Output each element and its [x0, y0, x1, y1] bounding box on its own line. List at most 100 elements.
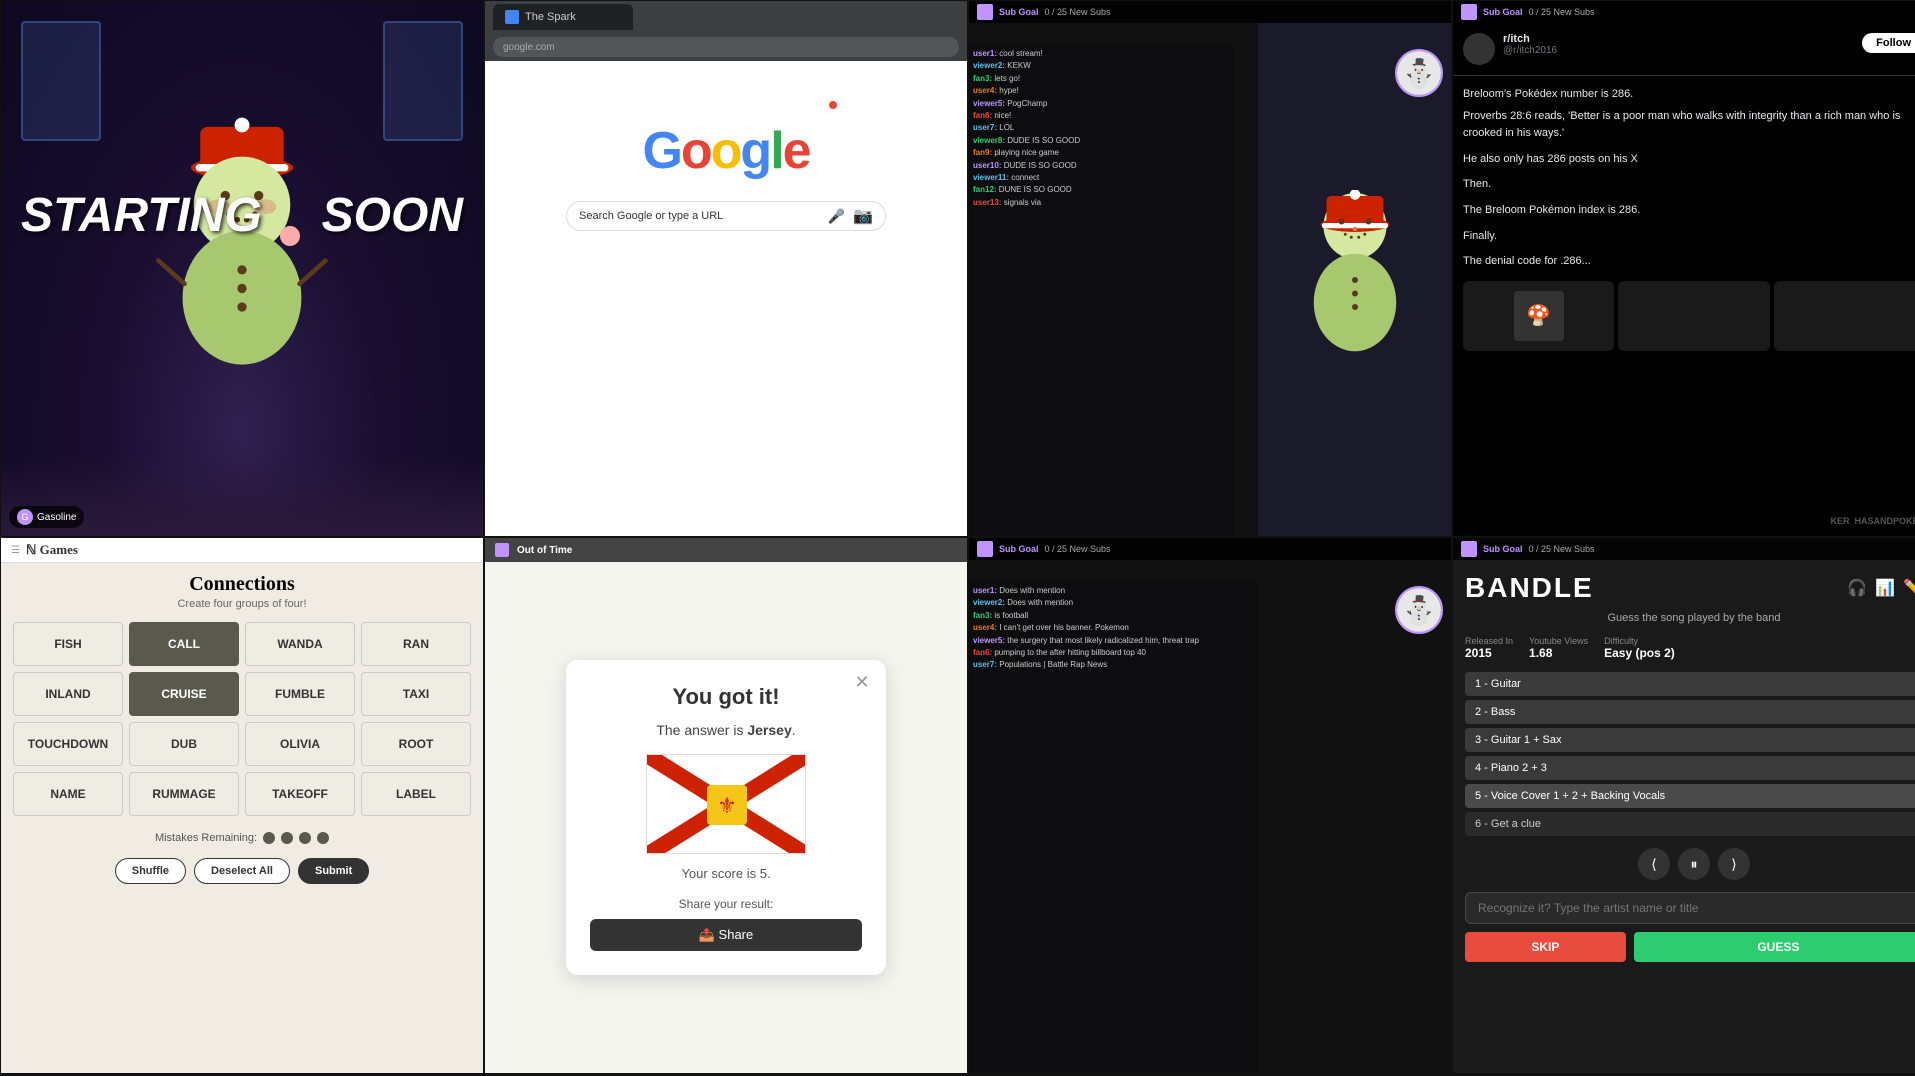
twitch-logo-icon-4: [1461, 4, 1477, 20]
chat-messages-3: user1: cool stream! viewer2: KEKW fan3: …: [969, 45, 1234, 212]
got-it-title: You got it!: [590, 684, 862, 710]
clue-3: 3 - Guitar 1 + Sax: [1465, 728, 1915, 752]
tweet-line-5: The Breloom Pokémon index is 286.: [1463, 202, 1915, 220]
sub-goal-bar-3: Sub Goal 0 / 25 New Subs: [969, 1, 1451, 23]
address-input[interactable]: google.com: [493, 37, 959, 57]
google-search-bar[interactable]: Search Google or type a URL 🎤 📷: [566, 201, 886, 231]
chrome-tab-spark[interactable]: The Spark: [493, 4, 633, 30]
tweet-images: 🍄: [1453, 281, 1915, 351]
search-text: Search Google or type a URL: [579, 210, 820, 222]
svg-text:⚜: ⚜: [717, 793, 737, 818]
word-takeoff[interactable]: TAKEOFF: [245, 772, 355, 816]
bandle-playback-controls: ⟨ ⏸ ⟩: [1465, 848, 1915, 880]
tweet-image-3: [1774, 281, 1915, 351]
bandle-icons: 🎧 📊 ✏️: [1847, 578, 1915, 598]
word-cruise[interactable]: CRUISE: [129, 672, 239, 716]
skip-button[interactable]: SKIP: [1465, 932, 1626, 962]
avatar-image: ⛄: [1397, 51, 1441, 95]
bandle-panel: Sub Goal 0 / 25 New Subs BANDLE 🎧 📊 ✏️ G…: [1452, 537, 1915, 1074]
mistake-dot-4: [317, 832, 329, 844]
mistake-dot-1: [263, 832, 275, 844]
soon-label: SOON: [322, 188, 463, 243]
word-inland[interactable]: INLAND: [13, 672, 123, 716]
games-action-buttons: Shuffle Deselect All Submit: [1, 852, 483, 890]
word-name[interactable]: NAME: [13, 772, 123, 816]
word-touchdown[interactable]: TOUCHDOWN: [13, 722, 123, 766]
tweet-handle: @r/itch2016: [1503, 45, 1557, 56]
mistake-dot-2: [281, 832, 293, 844]
mistake-dot-3: [299, 832, 311, 844]
word-rummage[interactable]: RUMMAGE: [129, 772, 239, 816]
username-watermark: KER HASANDPOKER: [1830, 516, 1915, 526]
chat-overlay-7: user1: Does with mention viewer2: Does w…: [969, 582, 1258, 1073]
word-label[interactable]: LABEL: [361, 772, 471, 816]
sub-goal-progress-8: 0 / 25 New Subs: [1529, 544, 1595, 554]
share-result-button[interactable]: 📤 Share: [590, 919, 862, 951]
chat-msg: user13: signals via: [973, 198, 1230, 208]
pokemon-image: 🍄: [1514, 291, 1564, 341]
tweet-line-1: Breloom's Pokédex number is 286.: [1463, 86, 1915, 104]
got-it-popup: ✕ You got it! The answer is Jersey. ⚜: [566, 660, 886, 975]
bandle-guess-input[interactable]: [1465, 892, 1915, 924]
rewind-button[interactable]: ⟨: [1638, 848, 1670, 880]
clue-2: 2 - Bass: [1465, 700, 1915, 724]
stream-content-7: user1: Does with mention viewer2: Does w…: [969, 560, 1451, 1073]
pause-button[interactable]: ⏸: [1678, 848, 1710, 880]
jersey-flag: ⚜: [646, 754, 806, 854]
word-fumble[interactable]: FUMBLE: [245, 672, 355, 716]
submit-button[interactable]: Submit: [298, 858, 369, 884]
word-ran[interactable]: RAN: [361, 622, 471, 666]
camera-icon[interactable]: 📷: [853, 206, 873, 226]
clue-1: 1 - Guitar: [1465, 672, 1915, 696]
stream-video: [1258, 23, 1451, 536]
chat-msg: viewer5: PogChamp: [973, 99, 1230, 109]
word-root[interactable]: ROOT: [361, 722, 471, 766]
sub-goal-progress-4: 0 / 25 New Subs: [1529, 7, 1595, 17]
connections-title: Connections: [1, 573, 483, 596]
meta-difficulty: Difficulty Easy (pos 2): [1604, 636, 1675, 660]
follow-button[interactable]: Follow: [1862, 33, 1915, 53]
twitter-panel: Sub Goal 0 / 25 New Subs r/itch @r/itch2…: [1452, 0, 1915, 537]
word-call[interactable]: CALL: [129, 622, 239, 666]
twitch-icon: [495, 543, 509, 557]
chat-msg: fan9: playing nice game: [973, 148, 1230, 158]
word-dub[interactable]: DUB: [129, 722, 239, 766]
mistakes-remaining: Mistakes Remaining:: [1, 824, 483, 852]
meta-released: Released In 2015: [1465, 636, 1513, 660]
out-of-time-panel: Out of Time ✕ You got it! The answer is …: [484, 537, 968, 1074]
twitch-logo-icon: [977, 4, 993, 20]
starting-label: STARTING: [21, 188, 262, 243]
sub-goal-bar-7: Sub Goal 0 / 25 New Subs: [969, 538, 1451, 560]
word-taxi[interactable]: TAXI: [361, 672, 471, 716]
chat-msg: user7: Populations | Battle Rap News: [973, 660, 1254, 670]
chat-msg: viewer8: DUDE IS SO GOOD: [973, 136, 1230, 146]
tweet-author-info: r/itch @r/itch2016: [1503, 33, 1557, 56]
address-text: google.com: [503, 42, 555, 53]
nyt-header: ☰ ℕ Games: [1, 538, 483, 563]
connections-subtitle: Create four groups of four!: [1, 598, 483, 610]
tweet-display-name: r/itch: [1503, 33, 1557, 45]
guess-button[interactable]: GUESS: [1634, 932, 1915, 962]
mic-icon[interactable]: 🎤: [828, 208, 845, 225]
bandle-header: BANDLE 🎧 📊 ✏️: [1465, 572, 1915, 604]
close-button[interactable]: ✕: [850, 670, 874, 694]
word-wanda[interactable]: WANDA: [245, 622, 355, 666]
chat-msg: user1: cool stream!: [973, 49, 1230, 59]
chat-msg: fan6: pumping to the after hitting billb…: [973, 648, 1254, 658]
word-fish[interactable]: FISH: [13, 622, 123, 666]
deselect-all-button[interactable]: Deselect All: [194, 858, 290, 884]
shuffle-button[interactable]: Shuffle: [115, 858, 186, 884]
word-olivia[interactable]: OLIVIA: [245, 722, 355, 766]
hamburger-icon[interactable]: ☰: [11, 545, 20, 556]
channel-name: Gasoline: [37, 512, 76, 523]
clue-4: 4 - Piano 2 + 3: [1465, 756, 1915, 780]
forward-button[interactable]: ⟩: [1718, 848, 1750, 880]
sub-goal-progress-7: 0 / 25 New Subs: [1045, 544, 1111, 554]
google-logo: Google: [642, 121, 809, 181]
popup-background: ✕ You got it! The answer is Jersey. ⚜: [485, 562, 967, 1073]
chrome-address-bar: google.com: [485, 33, 967, 61]
mistakes-label: Mistakes Remaining:: [155, 832, 257, 844]
sub-goal-label-7: Sub Goal: [999, 544, 1039, 554]
twitch-stream-panel-7: Sub Goal 0 / 25 New Subs user1: Does wit…: [968, 537, 1452, 1074]
chat-overlay-3: user1: cool stream! viewer2: KEKW fan3: …: [969, 45, 1234, 536]
